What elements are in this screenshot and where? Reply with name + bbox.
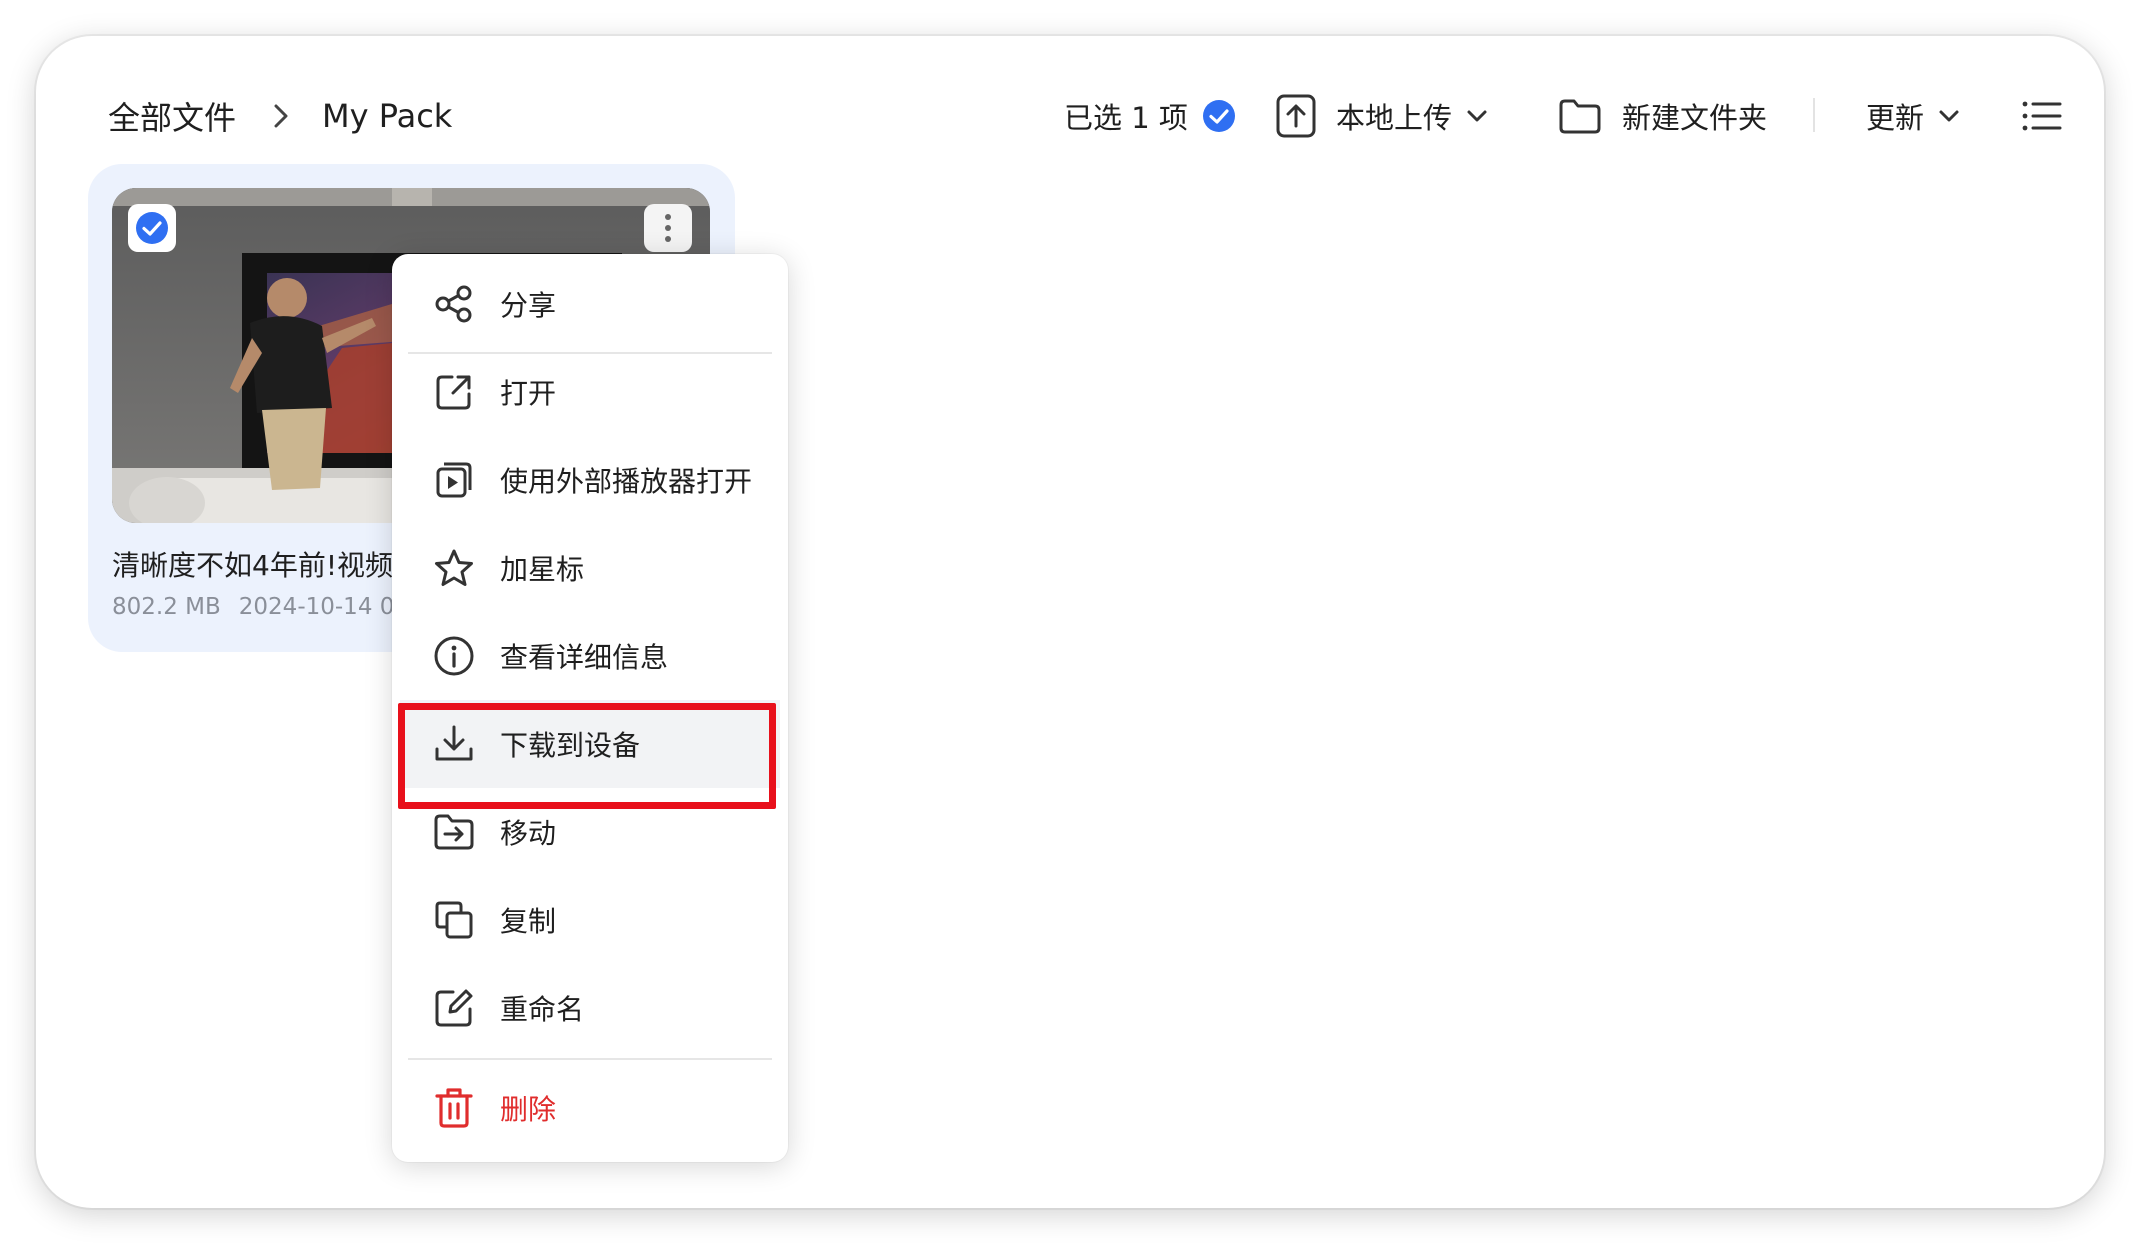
menu-item-star[interactable]: 加星标 <box>400 524 780 612</box>
menu-item-label: 打开 <box>500 377 557 410</box>
menu-item-open[interactable]: 打开 <box>400 348 780 436</box>
menu-divider <box>408 1058 772 1060</box>
star-icon <box>432 546 476 590</box>
list-view-icon <box>2022 100 2062 132</box>
download-icon <box>432 722 476 766</box>
menu-item-download[interactable]: 下载到设备 <box>400 700 780 788</box>
more-vertical-icon <box>665 214 671 242</box>
file-meta: 802.2 MB 2024-10-14 0 <box>112 594 394 620</box>
selection-indicator[interactable]: 已选 1 项 <box>1064 86 1236 146</box>
upload-button[interactable]: 本地上传 <box>1276 86 1488 146</box>
menu-item-share[interactable]: 分享 <box>400 260 780 348</box>
sort-label: 更新 <box>1866 101 1925 135</box>
menu-item-label: 使用外部播放器打开 <box>500 465 753 498</box>
check-circle-icon <box>136 212 168 244</box>
menu-item-label: 加星标 <box>500 553 585 586</box>
file-name: 清晰度不如4年前!视频 <box>112 549 394 582</box>
menu-item-delete[interactable]: 删除 <box>400 1064 780 1152</box>
sort-dropdown[interactable]: 更新 <box>1866 86 1960 146</box>
rename-icon <box>432 986 476 1030</box>
menu-item-rename[interactable]: 重命名 <box>400 964 780 1052</box>
menu-item-label: 重命名 <box>500 993 585 1026</box>
external-player-icon <box>432 458 476 502</box>
file-manager-window: 全部文件 My Pack 已选 1 项 本地上传 新建文件夹 更新 清晰度不如4… <box>36 36 2104 1208</box>
menu-item-copy[interactable]: 复制 <box>400 876 780 964</box>
toolbar: 已选 1 项 本地上传 新建文件夹 更新 <box>36 86 2104 146</box>
list-view-button[interactable] <box>2022 86 2062 146</box>
menu-item-label: 查看详细信息 <box>500 641 669 674</box>
copy-icon <box>432 898 476 942</box>
upload-icon <box>1276 94 1316 138</box>
chevron-down-icon <box>1466 109 1488 123</box>
upload-label: 本地上传 <box>1336 101 1453 135</box>
menu-item-open-external-player[interactable]: 使用外部播放器打开 <box>400 436 780 524</box>
chevron-down-icon <box>1938 109 1960 123</box>
selected-checkbox[interactable] <box>128 204 176 252</box>
context-menu: 分享 打开 使用外部播放器打开 加星标 查看详细信息 下载到设备 移动 复制 重… <box>392 254 788 1162</box>
new-folder-button[interactable]: 新建文件夹 <box>1558 86 1767 146</box>
share-icon <box>432 282 476 326</box>
info-icon <box>432 634 476 678</box>
menu-item-label: 复制 <box>500 905 557 938</box>
menu-item-label: 下载到设备 <box>500 729 641 762</box>
more-options-button[interactable] <box>644 204 692 252</box>
move-icon <box>432 810 476 854</box>
menu-item-details[interactable]: 查看详细信息 <box>400 612 780 700</box>
file-size: 802.2 MB <box>112 594 221 620</box>
folder-icon <box>1558 97 1602 135</box>
toolbar-divider <box>1813 98 1815 132</box>
menu-item-label: 分享 <box>500 289 557 322</box>
menu-item-label: 移动 <box>500 817 557 850</box>
menu-item-label: 删除 <box>500 1093 557 1126</box>
check-circle-icon <box>1202 99 1236 133</box>
trash-icon <box>432 1086 476 1130</box>
selected-count-label: 已选 1 项 <box>1064 101 1188 135</box>
new-folder-label: 新建文件夹 <box>1622 101 1768 135</box>
menu-item-move[interactable]: 移动 <box>400 788 780 876</box>
file-date: 2024-10-14 0 <box>238 594 395 620</box>
open-external-icon <box>432 370 476 414</box>
